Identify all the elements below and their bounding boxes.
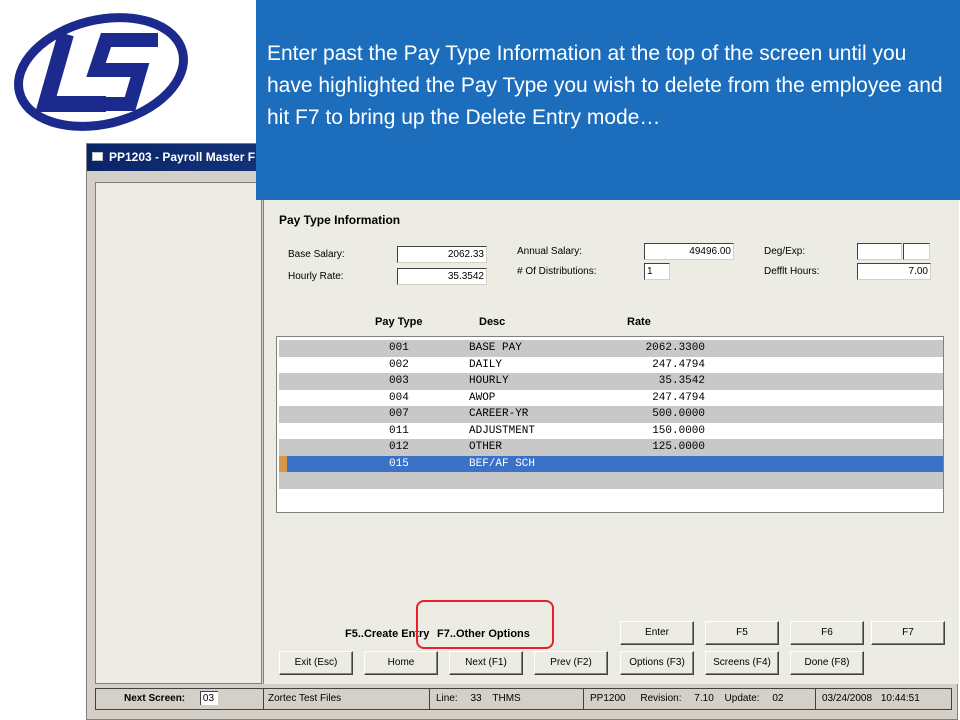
cell-pay-type: 003: [389, 375, 409, 387]
cell-rate: 500.0000: [652, 408, 705, 420]
cell-desc: BASE PAY: [469, 342, 522, 354]
exit-button[interactable]: Exit (Esc): [279, 651, 353, 675]
num-distributions-label: # Of Distributions:: [517, 266, 597, 277]
hourly-rate-field[interactable]: 35.3542: [397, 268, 487, 285]
datetime-cell: 03/24/2008 10:44:51: [816, 689, 951, 709]
cell-pay-type: 015: [389, 457, 409, 470]
cell-desc: AWOP: [469, 391, 496, 404]
column-header-pay-type: Pay Type: [375, 316, 423, 328]
cell-pay-type: 007: [389, 408, 409, 420]
cell-rate: 125.0000: [652, 441, 705, 453]
callout-text: Enter past the Pay Type Information at t…: [267, 42, 943, 129]
status-date: 03/24/2008: [822, 693, 873, 704]
f7-button[interactable]: F7: [871, 621, 945, 645]
deg-field[interactable]: [857, 243, 902, 260]
enter-button[interactable]: Enter: [620, 621, 694, 645]
annotation-highlight-box: [416, 600, 554, 649]
cell-desc: BEF/AF SCH: [469, 457, 536, 470]
num-distributions-field[interactable]: 1: [644, 263, 670, 280]
done-button[interactable]: Done (F8): [790, 651, 864, 675]
cell-desc: ADJUSTMENT: [469, 424, 536, 437]
pay-type-list-rows: 001 BASE PAY 2062.3300 002 DAILY 247.4794 003 H…: [279, 340, 943, 505]
update-value: 02: [772, 693, 784, 704]
window-title: PP1203 - Payroll Master F: [109, 150, 256, 164]
annual-salary-label: Annual Salary:: [517, 246, 583, 257]
user-id: THMS: [492, 693, 521, 704]
table-row[interactable]: [279, 472, 943, 489]
table-row[interactable]: 003 HOURLY 35.3542: [279, 373, 943, 390]
deg-exp-label: Deg/Exp:: [764, 246, 806, 257]
next-screen-cell: Next Screen: 03: [96, 689, 264, 709]
cell-desc: HOURLY: [469, 375, 509, 387]
row-cursor-marker: [279, 455, 287, 472]
pay-type-list[interactable]: 001 BASE PAY 2062.3300 002 DAILY 247.4794 003 H…: [276, 336, 944, 513]
screens-button[interactable]: Screens (F4): [705, 651, 779, 675]
line-label: Line:: [436, 693, 458, 704]
cell-rate: 247.4794: [652, 358, 705, 371]
options-button[interactable]: Options (F3): [620, 651, 694, 675]
table-row[interactable]: [279, 488, 943, 505]
home-button[interactable]: Home: [364, 651, 438, 675]
cell-pay-type: 001: [389, 342, 409, 354]
program-cell: PP1200 Revision: 7.10 Update: 02: [584, 689, 816, 709]
left-panel: [95, 182, 262, 684]
table-row[interactable]: 012 OTHER 125.0000: [279, 439, 943, 456]
instruction-callout: Enter past the Pay Type Information at t…: [256, 0, 960, 200]
cell-pay-type: 002: [389, 358, 409, 371]
table-row[interactable]: 015 BEF/AF SCH: [279, 455, 943, 472]
cell-desc: OTHER: [469, 441, 503, 453]
table-row[interactable]: 004 AWOP 247.4794: [279, 389, 943, 406]
f5-button[interactable]: F5: [705, 621, 779, 645]
base-salary-field[interactable]: 2062.33: [397, 246, 487, 263]
revision-label: Revision:: [640, 693, 682, 704]
next-screen-field[interactable]: 03: [199, 691, 218, 706]
status-bar: Next Screen: 03 Zortec Test Files Line: …: [95, 688, 952, 710]
update-label: Update:: [724, 693, 760, 704]
cell-rate: 35.3542: [658, 375, 705, 387]
cell-rate: 247.4794: [652, 391, 705, 404]
files-cell: Zortec Test Files: [264, 689, 430, 709]
next-button[interactable]: Next (F1): [449, 651, 523, 675]
deflt-hours-label: Defflt Hours:: [764, 266, 820, 277]
table-row[interactable]: 011 ADJUSTMENT 150.0000: [279, 422, 943, 439]
cell-desc: CAREER-YR: [469, 408, 529, 420]
column-header-rate: Rate: [627, 316, 651, 328]
program-name: PP1200: [590, 693, 626, 704]
cell-pay-type: 012: [389, 441, 409, 453]
section-title: Pay Type Information: [279, 213, 401, 227]
prev-button[interactable]: Prev (F2): [534, 651, 608, 675]
hourly-rate-label: Hourly Rate:: [288, 271, 344, 282]
base-salary-label: Base Salary:: [288, 249, 345, 260]
deflt-hours-field[interactable]: 7.00: [857, 263, 931, 280]
table-row[interactable]: 002 DAILY 247.4794: [279, 356, 943, 373]
column-header-desc: Desc: [479, 316, 506, 328]
status-time: 10:44:51: [880, 693, 920, 704]
company-logo: [14, 13, 188, 131]
table-row[interactable]: 007 CAREER-YR 500.0000: [279, 406, 943, 423]
cell-desc: DAILY: [469, 358, 503, 371]
cell-rate: 150.0000: [652, 424, 705, 437]
files-name: Zortec Test Files: [268, 693, 342, 704]
table-row[interactable]: 001 BASE PAY 2062.3300: [279, 340, 943, 357]
f6-button[interactable]: F6: [790, 621, 864, 645]
cell-pay-type: 004: [389, 391, 409, 404]
exp-field[interactable]: [903, 243, 930, 260]
line-cell: Line: 33 THMS: [430, 689, 584, 709]
line-value: 33: [470, 693, 482, 704]
revision-value: 7.10: [694, 693, 714, 704]
window-icon: [92, 152, 103, 161]
cell-rate: 2062.3300: [645, 342, 705, 354]
next-screen-label: Next Screen:: [124, 693, 186, 704]
annual-salary-field[interactable]: 49496.00: [644, 243, 734, 260]
cell-pay-type: 011: [389, 424, 409, 437]
